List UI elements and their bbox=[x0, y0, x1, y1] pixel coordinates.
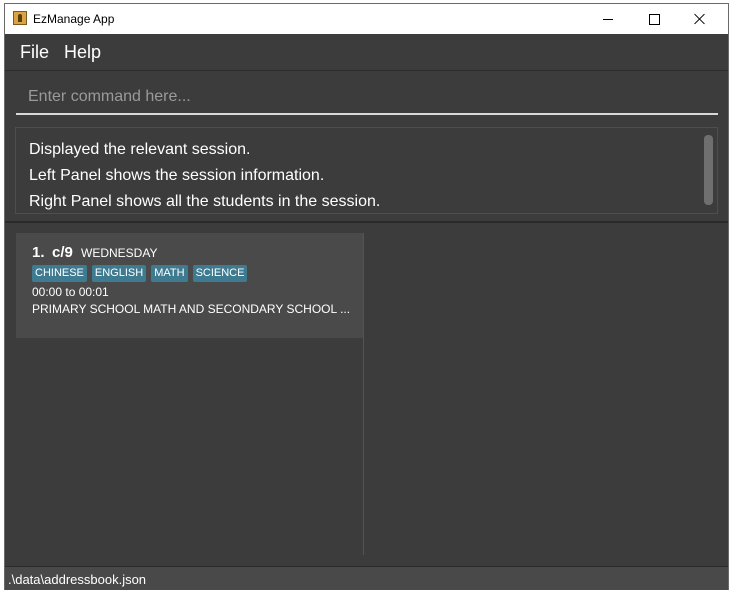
result-line: Displayed the relevant session. bbox=[29, 141, 251, 158]
student-list-panel bbox=[364, 233, 726, 555]
close-button[interactable] bbox=[677, 4, 723, 34]
app-icon bbox=[13, 11, 27, 25]
result-line: Left Panel shows the session information… bbox=[29, 167, 325, 184]
menu-file[interactable]: File bbox=[20, 42, 49, 63]
session-name: c/9 bbox=[52, 244, 73, 261]
session-description: PRIMARY SCHOOL MATH AND SECONDARY SCHOOL… bbox=[32, 302, 351, 316]
session-tags: CHINESE ENGLISH MATH SCIENCE bbox=[32, 265, 248, 282]
tag-math: MATH bbox=[151, 265, 188, 282]
result-line: Right Panel shows all the students in th… bbox=[29, 193, 381, 210]
menu-help[interactable]: Help bbox=[64, 42, 101, 63]
background-window-edge bbox=[0, 590, 733, 600]
panel-divider bbox=[5, 221, 728, 223]
session-list-panel: 1. c/9 WEDNESDAY CHINESE ENGLISH MATH SC… bbox=[16, 233, 364, 555]
command-input[interactable] bbox=[16, 81, 718, 115]
minimize-icon bbox=[603, 18, 613, 20]
minimize-button[interactable] bbox=[585, 4, 631, 34]
tag-english: ENGLISH bbox=[91, 265, 147, 282]
session-card[interactable]: 1. c/9 WEDNESDAY CHINESE ENGLISH MATH SC… bbox=[16, 233, 363, 338]
menu-bar: File Help bbox=[5, 34, 728, 71]
session-index: 1. bbox=[32, 244, 45, 261]
maximize-button[interactable] bbox=[631, 4, 677, 34]
tag-chinese: CHINESE bbox=[32, 265, 87, 282]
window-title: EzManage App bbox=[33, 12, 115, 26]
status-bar: .\data\addressbook.json bbox=[5, 566, 728, 590]
maximize-icon bbox=[648, 13, 660, 25]
app-window: EzManage App File Help Displayed the rel… bbox=[4, 3, 729, 590]
session-day: WEDNESDAY bbox=[81, 246, 158, 260]
result-display: Displayed the relevant session. Left Pan… bbox=[15, 127, 718, 214]
tag-science: SCIENCE bbox=[192, 265, 248, 282]
command-box bbox=[5, 71, 728, 121]
close-icon bbox=[694, 13, 706, 25]
title-bar[interactable]: EzManage App bbox=[5, 4, 728, 34]
session-time: 00:00 to 00:01 bbox=[32, 285, 109, 299]
data-file-path: .\data\addressbook.json bbox=[8, 572, 147, 587]
result-scrollbar[interactable] bbox=[704, 135, 713, 205]
